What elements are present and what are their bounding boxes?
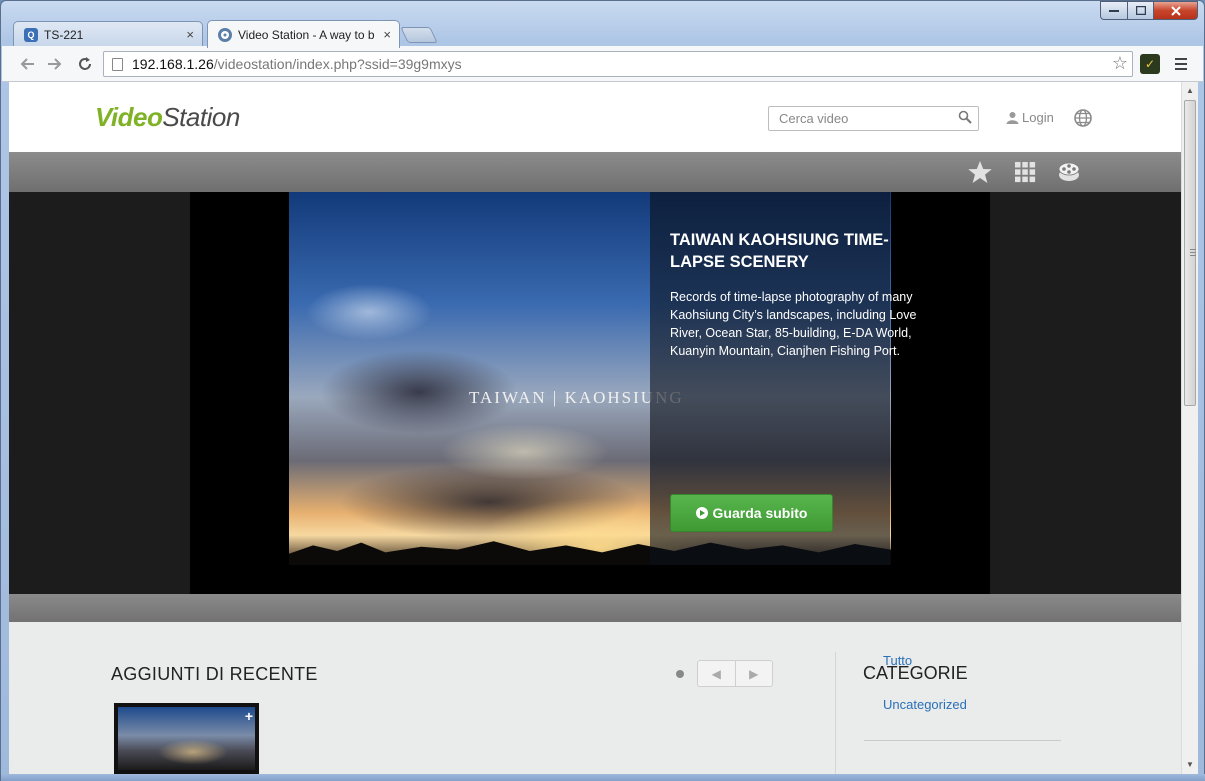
- scrollbar-thumb[interactable]: [1184, 100, 1196, 406]
- forward-button[interactable]: [44, 53, 66, 75]
- vertical-scrollbar[interactable]: ▲ ▼: [1181, 82, 1198, 774]
- site-header: VideoStation Login: [9, 82, 1181, 152]
- pager-controls: ◀ ▶: [697, 660, 773, 687]
- maximize-icon: [1135, 6, 1146, 15]
- browser-window: Q TS-221 × Video Station - A way to b × …: [0, 0, 1205, 781]
- minimize-icon: [1109, 9, 1119, 12]
- reload-icon: [79, 57, 91, 70]
- user-icon: [1006, 112, 1019, 124]
- watch-now-label: Guarda subito: [712, 505, 808, 521]
- pager-indicator-dot[interactable]: [676, 670, 684, 678]
- featured-title: TAIWAN KAOHSIUNG TIME-LAPSE SCENERY: [670, 231, 889, 271]
- category-item-uncategorized[interactable]: Uncategorized: [883, 697, 967, 712]
- window-controls: [1100, 1, 1198, 21]
- reload-button[interactable]: [74, 53, 96, 75]
- tab-strip: Q TS-221 × Video Station - A way to b ×: [11, 19, 1111, 48]
- close-window-button[interactable]: [1153, 1, 1198, 20]
- extension-icon[interactable]: ✓: [1140, 54, 1160, 74]
- bookmark-star-icon[interactable]: ☆: [1112, 53, 1128, 74]
- tab-video-station[interactable]: Video Station - A way to b ×: [207, 20, 400, 48]
- logo-station-text: Station: [162, 102, 240, 132]
- video-station-favicon-icon: [218, 27, 232, 42]
- forward-arrow-icon: [48, 58, 62, 70]
- featured-banner: TAIWAN | KAOHSIUNG TAIWAN KAOHSIUNG TIME…: [9, 192, 1181, 594]
- page-icon: [112, 57, 123, 71]
- tab-ts221[interactable]: Q TS-221 ×: [13, 21, 203, 47]
- tab-title: TS-221: [44, 27, 84, 42]
- new-tab-button[interactable]: [400, 27, 438, 43]
- category-separator: [864, 740, 1061, 741]
- url-host: 192.168.1.26: [132, 56, 214, 72]
- category-item-all[interactable]: Tutto: [883, 653, 912, 668]
- login-label: Login: [1022, 110, 1054, 125]
- recent-video-thumbnail[interactable]: +: [114, 703, 259, 774]
- browser-toolbar: 192.168.1.26/videostation/index.php?ssid…: [2, 46, 1203, 82]
- featured-description: Records of time-lapse photography of man…: [670, 290, 917, 358]
- add-icon[interactable]: +: [245, 708, 253, 724]
- back-button[interactable]: [16, 53, 38, 75]
- browser-menu-icon[interactable]: [1172, 55, 1190, 73]
- sidebar-divider: [835, 652, 836, 774]
- previous-page-button[interactable]: ◀: [698, 661, 736, 686]
- recently-added-heading: AGGIUNTI DI RECENTE: [111, 664, 318, 684]
- url-path: /videostation/index.php?ssid=39g9mxys: [213, 56, 462, 72]
- logo-video-text: Video: [95, 102, 163, 132]
- back-arrow-icon: [20, 58, 34, 70]
- window-bottom-border: [1, 774, 1205, 781]
- search-icon[interactable]: [958, 110, 972, 124]
- page-viewport: VideoStation Login: [9, 82, 1181, 774]
- video-station-logo[interactable]: VideoStation: [95, 102, 240, 133]
- search-box: [768, 106, 979, 131]
- tab-title: Video Station - A way to b: [238, 27, 375, 42]
- language-globe-icon[interactable]: [1073, 108, 1093, 128]
- grid-view-icon[interactable]: [1012, 160, 1038, 184]
- scroll-up-icon[interactable]: ▲: [1186, 86, 1194, 95]
- address-bar[interactable]: 192.168.1.26/videostation/index.php?ssid…: [103, 51, 1133, 77]
- maximize-button[interactable]: [1127, 1, 1153, 20]
- search-input[interactable]: [769, 107, 949, 130]
- login-link[interactable]: Login: [1006, 110, 1054, 125]
- qnap-favicon-icon: Q: [24, 27, 38, 42]
- close-icon: [1170, 5, 1181, 16]
- minimize-button[interactable]: [1100, 1, 1127, 20]
- toolbar-strip: [9, 152, 1181, 192]
- featured-video-area: TAIWAN | KAOHSIUNG TAIWAN KAOHSIUNG TIME…: [190, 192, 990, 594]
- scroll-down-icon[interactable]: ▼: [1186, 760, 1194, 769]
- next-page-button[interactable]: ▶: [736, 661, 773, 686]
- favorites-star-icon[interactable]: [967, 160, 993, 184]
- film-reel-icon[interactable]: [1056, 160, 1082, 184]
- play-icon: [695, 507, 708, 519]
- tab-close-icon[interactable]: ×: [186, 27, 194, 42]
- watch-now-button[interactable]: Guarda subito: [670, 494, 833, 532]
- content-area: AGGIUNTI DI RECENTE ◀ ▶ + CATEGORIE Tutt…: [9, 622, 1181, 774]
- banner-footer-strip: [9, 594, 1181, 622]
- categories-heading: CATEGORIE: [863, 663, 968, 683]
- tab-close-icon[interactable]: ×: [383, 27, 391, 42]
